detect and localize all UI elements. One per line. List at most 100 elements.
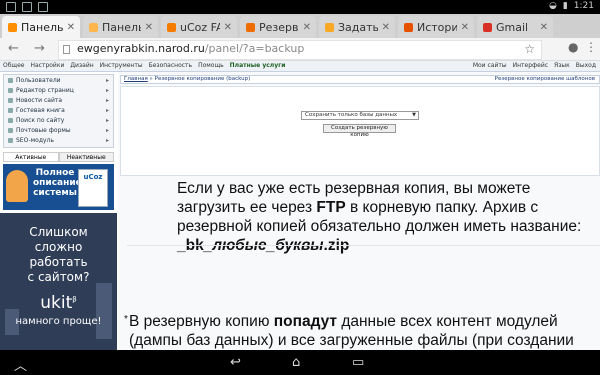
instruction-paragraph: Если у вас уже есть резервная копия, вы …	[177, 180, 582, 254]
chevron-right-icon: ▸	[105, 96, 109, 104]
close-tab-icon[interactable]: ✕	[382, 22, 395, 33]
page-editor-icon	[8, 87, 13, 93]
system-navigation-bar: ︿ ↩ ⌂ ▭	[0, 350, 600, 375]
divider	[127, 245, 600, 246]
gmail-icon	[483, 22, 492, 32]
close-tab-icon[interactable]: ✕	[224, 22, 237, 33]
close-tab-icon[interactable]: ✕	[461, 22, 474, 33]
chevron-right-icon: ▸	[105, 136, 109, 144]
dropdown-arrow-icon: ▼	[412, 112, 416, 118]
address-bar[interactable]: ewgenyrabkin.narod.ru/panel/?a=backup ☆	[58, 40, 542, 60]
favicon-icon	[167, 22, 176, 32]
close-tab-icon[interactable]: ✕	[303, 22, 316, 33]
url-text: ewgenyrabkin.narod.ru/panel/?a=backup	[77, 42, 305, 55]
chevron-right-icon: ▸	[105, 86, 109, 94]
favicon-icon	[246, 22, 255, 32]
sidebar-item-page-editor[interactable]: Редактор страниц ▸	[4, 85, 113, 95]
tab-inactive-modules[interactable]: Неактивные	[58, 152, 114, 162]
seo-icon	[8, 137, 13, 143]
chevron-right-icon: ▸	[105, 106, 109, 114]
notification-icon	[22, 2, 32, 12]
asterisk: *	[124, 314, 128, 325]
tab-panel-1[interactable]: Панель у ✕	[2, 16, 80, 38]
backup-panel: Сохранить только базы данных ▼ Создать р…	[120, 86, 600, 176]
chevron-right-icon: ▸	[105, 116, 109, 124]
sidebar-item-mail-forms[interactable]: Почтовые формы ▸	[4, 125, 113, 135]
mail-icon	[8, 127, 13, 133]
favicon-icon	[89, 22, 98, 32]
tab-history[interactable]: История ✕	[398, 16, 474, 38]
notification-icon	[6, 2, 16, 12]
users-icon	[8, 77, 13, 83]
sidebar: Пользователи ▸ Редактор страниц ▸ Новости …	[0, 72, 117, 350]
breadcrumb-bar: Главная » Резервное копирование (backup)…	[120, 75, 600, 84]
sidebar-item-seo[interactable]: SEO-модуль ▸	[4, 135, 113, 145]
chevron-right-icon: ▸	[105, 126, 109, 134]
back-icon[interactable]: ↩	[230, 355, 241, 370]
ucoz-box-image: uCoz	[78, 169, 108, 207]
tab-ucoz-faq[interactable]: uCoz FAQ ✕	[161, 16, 237, 38]
show-tabs-icon[interactable]: ︿	[14, 355, 27, 374]
news-icon	[8, 97, 13, 103]
menu-settings[interactable]: Настройки	[30, 62, 64, 69]
recent-apps-icon[interactable]: ▭	[352, 355, 364, 370]
mascot-image	[6, 170, 28, 202]
microphone-icon[interactable]: ●	[568, 40, 578, 54]
breadcrumb: Главная » Резервное копирование (backup)	[124, 76, 251, 82]
close-tab-icon[interactable]: ✕	[145, 22, 158, 33]
bookmark-star-icon[interactable]: ☆	[524, 42, 535, 56]
ukit-banner[interactable]: Слишком сложно работать с сайтом? ukitβ …	[0, 213, 117, 350]
sidebar-item-search[interactable]: Поиск по сайту ▸	[4, 115, 113, 125]
page-icon	[63, 45, 70, 54]
breadcrumb-current: Резервное копирование (backup)	[154, 76, 251, 82]
status-bar: ◒ ▮ 1:21	[0, 0, 600, 14]
back-icon[interactable]: ←	[8, 41, 19, 56]
menu-tools[interactable]: Инструменты	[100, 62, 143, 69]
tab-strip: Панель у ✕ Панель у ✕ uCoz FAQ ✕ Резервн…	[0, 14, 600, 38]
template-backup-link[interactable]: Резервное копирование шаблонов	[495, 76, 595, 82]
menu-security[interactable]: Безопасность	[149, 62, 193, 69]
close-tab-icon[interactable]: ✕	[67, 22, 80, 33]
sidebar-item-guestbook[interactable]: Гостевая книга ▸	[4, 105, 113, 115]
battery-icon: ▮	[562, 1, 568, 11]
tab-panel-2[interactable]: Панель у ✕	[83, 16, 158, 38]
tab-backup[interactable]: Резервно ✕	[240, 16, 316, 38]
backup-type-select[interactable]: Сохранить только базы данных ▼	[301, 111, 419, 120]
ukit-tagline: намного проще!	[15, 316, 102, 327]
breadcrumb-home[interactable]: Главная	[124, 76, 148, 82]
sidebar-item-users[interactable]: Пользователи ▸	[4, 75, 113, 85]
notification-icon	[38, 2, 48, 12]
tab-ask-question[interactable]: Задать в ✕	[319, 16, 395, 38]
clock: 1:21	[573, 1, 594, 11]
browser-toolbar: ← → ewgenyrabkin.narod.ru/panel/?a=backu…	[0, 38, 600, 61]
ukit-logo: ukitβ	[40, 293, 77, 313]
modules-nav: Пользователи ▸ Редактор страниц ▸ Новости …	[3, 74, 114, 148]
favicon-icon	[404, 22, 413, 32]
menu-paid-services[interactable]: Платные услуги	[230, 62, 286, 69]
create-backup-button[interactable]: Создать резервную копию	[323, 124, 396, 138]
interface-link[interactable]: Интерфейс	[513, 62, 548, 69]
ftp-term: FTP	[316, 199, 346, 216]
close-tab-icon[interactable]: ✕	[540, 22, 553, 33]
search-icon	[8, 117, 13, 123]
tab-gmail[interactable]: Gmail ✕	[477, 16, 553, 38]
module-status-tabs: Активные Неактивные	[3, 152, 114, 162]
sidebar-item-news[interactable]: Новости сайта ▸	[4, 95, 113, 105]
menu-general[interactable]: Общее	[3, 62, 24, 69]
tab-active-modules[interactable]: Активные	[3, 152, 59, 162]
ucoz-admin-menu: Общее Настройки Дизайн Инструменты Безоп…	[0, 61, 600, 72]
forward-icon[interactable]: →	[34, 41, 45, 56]
menu-design[interactable]: Дизайн	[70, 62, 93, 69]
chevron-right-icon: ▸	[105, 76, 109, 84]
home-icon[interactable]: ⌂	[292, 355, 300, 370]
favicon-icon	[325, 22, 334, 32]
language-link[interactable]: Язык	[554, 62, 570, 69]
logout-link[interactable]: Выход	[576, 62, 596, 69]
ucoz-docs-banner[interactable]: Полное описание системы uCoz	[3, 164, 114, 210]
ukit-banner-text: Слишком сложно работать с сайтом?	[27, 225, 90, 284]
guestbook-icon	[8, 107, 13, 113]
menu-help[interactable]: Помощь	[198, 62, 224, 69]
my-sites-link[interactable]: Мои сайты	[473, 62, 507, 69]
overflow-menu-icon[interactable]: ⋮	[585, 40, 597, 54]
favicon-icon	[8, 22, 17, 32]
